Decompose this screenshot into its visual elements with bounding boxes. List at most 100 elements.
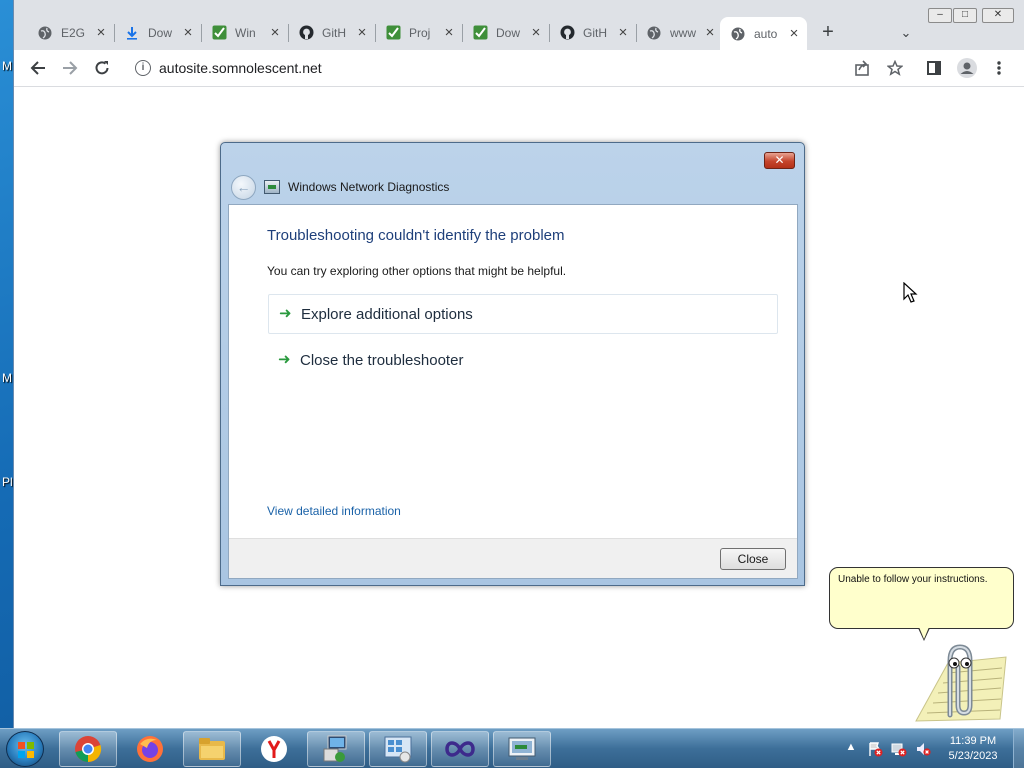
minimize-button[interactable]: – (928, 8, 952, 23)
dialog-subtext: You can try exploring other options that… (267, 264, 567, 278)
github-icon (559, 25, 575, 41)
show-desktop-button[interactable] (1013, 729, 1024, 768)
taskbar-clock[interactable]: 11:39 PM 5/23/2023 (937, 734, 1009, 764)
control-panel-icon (384, 736, 412, 763)
network-computer-icon (323, 735, 347, 762)
network-diagnostics-icon (508, 737, 536, 760)
globe-icon (646, 25, 662, 41)
tab-title: Win (235, 25, 256, 40)
address-bar-url[interactable]: autosite.somnolescent.net (159, 60, 322, 76)
tab-www[interactable]: www × (636, 17, 723, 48)
desktop-icon-label[interactable]: Pl (2, 475, 13, 489)
green-arrow-icon: ➜ (279, 305, 292, 322)
action-center-flag-icon[interactable] (867, 741, 883, 757)
control-panel-taskbar-button[interactable] (369, 731, 427, 767)
github-icon (298, 25, 314, 41)
volume-muted-icon[interactable] (915, 741, 931, 757)
assistant-speech-balloon: Unable to follow your instructions. (829, 567, 1014, 629)
tab-close-icon[interactable]: × (787, 25, 801, 42)
tab-title: E2G (61, 25, 86, 40)
infinity-icon (445, 741, 475, 757)
globe-icon (37, 25, 53, 41)
checkmark-icon (472, 25, 488, 41)
back-arrow-icon[interactable] (25, 55, 51, 81)
checkmark-icon (385, 25, 401, 41)
tab-title: Dow (496, 25, 521, 40)
download-icon (124, 25, 140, 41)
site-info-icon[interactable]: i (135, 60, 151, 76)
visual-studio-taskbar-button[interactable] (431, 731, 489, 767)
side-panel-icon[interactable] (921, 55, 947, 81)
tab-download-2[interactable]: Dow × (462, 17, 549, 48)
option-label: Explore additional options (301, 305, 473, 323)
assistant-message: Unable to follow your instructions. (838, 574, 988, 585)
view-details-link[interactable]: View detailed information (267, 504, 401, 518)
bookmark-star-icon[interactable] (882, 55, 908, 81)
tab-title: Dow (148, 25, 173, 40)
tab-close-icon[interactable]: × (616, 24, 630, 41)
tab-github-2[interactable]: GitH × (549, 17, 636, 48)
browser-toolbar: i autosite.somnolescent.net (14, 50, 1024, 87)
tab-close-icon[interactable]: × (94, 24, 108, 41)
file-explorer-taskbar-button[interactable] (183, 731, 241, 767)
tab-title: GitH (322, 25, 346, 40)
tab-github[interactable]: GitH × (288, 17, 375, 48)
tab-download[interactable]: Dow × (114, 17, 201, 48)
tab-win[interactable]: Win × (201, 17, 288, 48)
tab-close-icon[interactable]: × (268, 24, 282, 41)
share-icon[interactable] (849, 55, 875, 81)
tab-autosite[interactable]: auto × (720, 17, 807, 50)
tab-title: www (670, 25, 696, 40)
yandex-taskbar-button[interactable] (245, 731, 303, 767)
network-diagnostics-dialog: ✕ ← Windows Network Diagnostics Troubles… (220, 142, 805, 586)
dialog-title: Windows Network Diagnostics (288, 180, 450, 194)
desktop-icon-label[interactable]: M (2, 371, 12, 385)
network-setup-taskbar-button[interactable] (307, 731, 365, 767)
chrome-taskbar-button[interactable] (59, 731, 117, 767)
network-diagnostics-icon (264, 180, 280, 194)
dialog-close-x-button[interactable]: ✕ (764, 152, 795, 169)
explore-options-button[interactable]: ➜ Explore additional options (268, 294, 778, 334)
dialog-body: Troubleshooting couldn't identify the pr… (228, 204, 798, 579)
profile-avatar-icon[interactable] (954, 55, 980, 81)
checkmark-icon (211, 25, 227, 41)
mouse-cursor-icon (903, 281, 919, 304)
tab-title: auto (754, 26, 778, 41)
diagnostics-taskbar-button[interactable] (493, 731, 551, 767)
tab-title: Proj (409, 25, 431, 40)
chrome-icon (75, 736, 102, 763)
forward-arrow-icon[interactable] (57, 55, 83, 81)
tab-close-icon[interactable]: × (181, 24, 195, 41)
firefox-icon (137, 736, 163, 762)
close-troubleshooter-button[interactable]: ➜ Close the troubleshooter (268, 340, 778, 380)
window-close-button[interactable]: ✕ (982, 8, 1014, 23)
maximize-button[interactable]: □ (953, 8, 977, 23)
back-arrow-icon[interactable]: ← (231, 175, 256, 200)
dialog-heading: Troubleshooting couldn't identify the pr… (267, 227, 565, 244)
dialog-footer: Close (229, 538, 797, 578)
new-tab-button[interactable]: + (816, 21, 840, 45)
tray-expand-icon[interactable]: ▲ (843, 741, 859, 757)
clock-time: 11:39 PM (949, 735, 997, 747)
tab-search-chevron-icon[interactable]: ⌄ (894, 21, 918, 45)
balloon-tail (919, 627, 929, 639)
start-button[interactable] (6, 731, 44, 767)
globe-icon (730, 26, 746, 42)
tab-project[interactable]: Proj × (375, 17, 462, 48)
firefox-taskbar-button[interactable] (121, 731, 179, 767)
kebab-menu-icon[interactable] (986, 55, 1012, 81)
paperclip-assistant-icon[interactable] (908, 643, 1008, 725)
green-arrow-icon: ➜ (278, 351, 291, 368)
clock-date: 5/23/2023 (948, 750, 998, 762)
reload-icon[interactable] (89, 55, 115, 81)
tab-close-icon[interactable]: × (529, 24, 543, 41)
desktop-icon-label[interactable]: M (2, 59, 12, 73)
network-status-icon[interactable] (891, 741, 907, 757)
tab-e2g[interactable]: E2G × (27, 17, 114, 48)
folder-icon (199, 738, 225, 760)
close-button[interactable]: Close (720, 548, 786, 570)
tab-close-icon[interactable]: × (442, 24, 456, 41)
yandex-icon (261, 736, 287, 762)
tab-close-icon[interactable]: × (703, 24, 717, 41)
tab-close-icon[interactable]: × (355, 24, 369, 41)
